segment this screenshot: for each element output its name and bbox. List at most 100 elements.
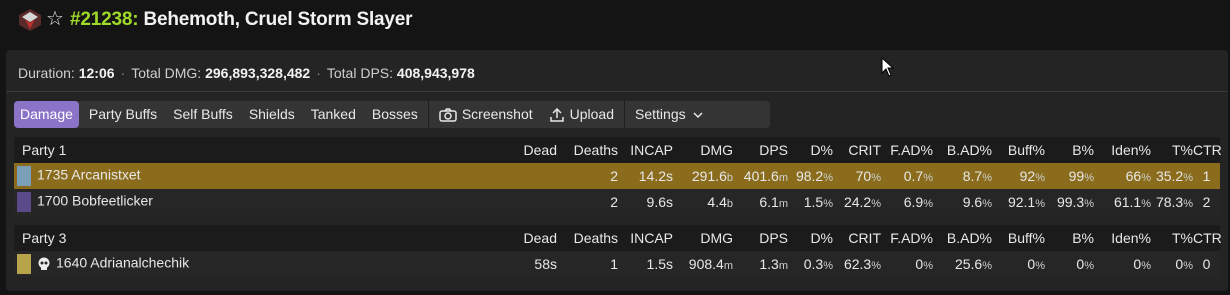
player-row[interactable]: 1735 Arcanistxet 2 14.2s 291.6b 401.6m 98.2% 7… bbox=[14, 163, 1220, 189]
tab-self-buffs[interactable]: Self Buffs bbox=[167, 101, 239, 128]
stat-value: 35.2 bbox=[1155, 168, 1184, 184]
column-header[interactable]: B.AD% bbox=[933, 225, 992, 251]
favorite-star-icon[interactable]: ☆ bbox=[46, 8, 64, 30]
tab-separator bbox=[624, 101, 626, 128]
player-row[interactable]: 1700 Bobfeetlicker 2 9.6s 4.4b 6.1m 1.5% 24.2%… bbox=[14, 189, 1220, 215]
column-header[interactable]: B% bbox=[1045, 225, 1094, 251]
column-header[interactable]: INCAP bbox=[618, 225, 673, 251]
column-header[interactable]: INCAP bbox=[618, 137, 673, 163]
column-header[interactable]: Buff% bbox=[992, 137, 1045, 163]
stat-cell: 78.3% bbox=[1151, 189, 1193, 215]
stat-unit: % bbox=[1183, 260, 1193, 272]
stat-value: 99 bbox=[1068, 168, 1085, 184]
column-header[interactable]: B% bbox=[1045, 137, 1094, 163]
tab-tanked[interactable]: Tanked bbox=[305, 101, 362, 128]
column-header[interactable]: Deaths bbox=[557, 225, 618, 251]
settings-dropdown[interactable]: Settings bbox=[629, 101, 708, 128]
stat-value: 70 bbox=[855, 168, 872, 184]
stat-cell: 0.3% bbox=[788, 251, 833, 277]
stat-unit: % bbox=[923, 198, 933, 210]
stat-cell: 1.3m bbox=[733, 251, 788, 277]
stat-value: 0.3 bbox=[803, 256, 824, 272]
tab-shields[interactable]: Shields bbox=[243, 101, 301, 128]
stat-value: 98.2 bbox=[795, 168, 824, 184]
upload-icon bbox=[549, 108, 564, 123]
encounter-number: #21238: bbox=[70, 9, 139, 30]
total-dps-value: 408,943,978 bbox=[396, 65, 475, 81]
stat-cell: 0% bbox=[881, 251, 933, 277]
stat-value: 291.6 bbox=[691, 168, 727, 184]
column-header[interactable]: Buff% bbox=[992, 225, 1045, 251]
tab-bosses[interactable]: Bosses bbox=[366, 101, 424, 128]
column-header[interactable]: D% bbox=[788, 225, 833, 251]
column-header[interactable]: Iden% bbox=[1094, 137, 1151, 163]
player-name-cell: 1700 Bobfeetlicker bbox=[14, 189, 500, 215]
tab-damage[interactable]: Damage bbox=[14, 101, 79, 128]
column-header[interactable]: T% bbox=[1151, 225, 1193, 251]
column-header[interactable]: Iden% bbox=[1094, 225, 1151, 251]
stat-value: 2 bbox=[610, 194, 618, 210]
column-header[interactable]: B.AD% bbox=[933, 137, 992, 163]
encounter-summary: Duration: 12:06 · Total DMG: 296,893,328,4… bbox=[18, 65, 475, 81]
stat-cell: 0% bbox=[1151, 251, 1193, 277]
stat-cell: 6.9% bbox=[881, 189, 933, 215]
stat-value: 9.6 bbox=[962, 194, 983, 210]
player-name: 1640 Adrianalchechik bbox=[56, 254, 190, 271]
column-header[interactable]: T% bbox=[1151, 137, 1193, 163]
party-3-table: Party 3 Dead Deaths INCAP DMG DPS D% CRI… bbox=[14, 225, 1222, 277]
column-header[interactable]: DPS bbox=[733, 225, 788, 251]
stat-cell: 908.4m bbox=[673, 251, 733, 277]
party-name: Party 1 bbox=[14, 137, 500, 163]
stat-unit: % bbox=[1035, 198, 1045, 210]
column-header[interactable]: F.AD% bbox=[881, 137, 933, 163]
stat-unit: % bbox=[982, 172, 992, 184]
column-header[interactable]: F.AD% bbox=[881, 225, 933, 251]
column-header[interactable]: DMG bbox=[673, 225, 733, 251]
class-icon bbox=[17, 166, 31, 186]
column-header[interactable]: DMG bbox=[673, 137, 733, 163]
camera-icon bbox=[439, 108, 457, 123]
class-icon bbox=[17, 192, 31, 212]
stat-cell: 291.6b bbox=[673, 163, 733, 189]
tab-separator bbox=[427, 101, 429, 128]
stat-unit: b bbox=[726, 172, 733, 184]
screenshot-label: Screenshot bbox=[461, 106, 533, 122]
column-header[interactable]: Dead bbox=[500, 225, 557, 251]
column-header[interactable]: CTR bbox=[1193, 137, 1222, 163]
chevron-down-icon bbox=[692, 112, 703, 119]
encounter-panel: Duration: 12:06 · Total DMG: 296,893,328,4… bbox=[6, 50, 1228, 291]
stat-cell: 99.3% bbox=[1045, 189, 1094, 215]
stat-cell: 1.5s bbox=[618, 251, 673, 277]
stat-unit: % bbox=[1183, 172, 1193, 184]
stat-value: 1 bbox=[1202, 168, 1211, 184]
duration-value: 12:06 bbox=[78, 65, 115, 81]
column-header[interactable]: Dead bbox=[500, 137, 557, 163]
stat-cell: 61.1% bbox=[1094, 189, 1151, 215]
column-header[interactable]: Deaths bbox=[557, 137, 618, 163]
column-header[interactable]: CRIT bbox=[833, 225, 881, 251]
stat-cell bbox=[500, 189, 557, 215]
stat-value: 401.6 bbox=[743, 168, 779, 184]
column-header[interactable]: CRIT bbox=[833, 137, 881, 163]
stat-cell: 99% bbox=[1045, 163, 1094, 189]
column-header[interactable]: DPS bbox=[733, 137, 788, 163]
column-header[interactable]: CTR bbox=[1193, 225, 1222, 251]
screenshot-button[interactable]: Screenshot bbox=[433, 101, 539, 128]
tab-party-buffs[interactable]: Party Buffs bbox=[83, 101, 163, 128]
stat-unit: % bbox=[823, 198, 833, 210]
stat-value: 92 bbox=[1019, 168, 1036, 184]
stat-cell: 62.3% bbox=[833, 251, 881, 277]
stat-value: 908.4 bbox=[688, 256, 724, 272]
upload-button[interactable]: Upload bbox=[543, 101, 620, 128]
stat-cell: 6.1m bbox=[733, 189, 788, 215]
column-header[interactable]: D% bbox=[788, 137, 833, 163]
stat-cell: 0.7% bbox=[881, 163, 933, 189]
stat-cell: 35.2% bbox=[1151, 163, 1193, 189]
player-row[interactable]: 1640 Adrianalchechik 58s 1 1.5s 908.4m 1.3m 0.… bbox=[14, 251, 1220, 277]
stat-value: 99.3 bbox=[1056, 194, 1085, 210]
stat-value: 0 bbox=[1202, 256, 1211, 272]
stat-unit: % bbox=[1141, 172, 1151, 184]
player-name-cell: 1640 Adrianalchechik bbox=[14, 251, 500, 277]
stat-cell: 1.5% bbox=[788, 189, 833, 215]
stat-cell: 401.6m bbox=[733, 163, 788, 189]
